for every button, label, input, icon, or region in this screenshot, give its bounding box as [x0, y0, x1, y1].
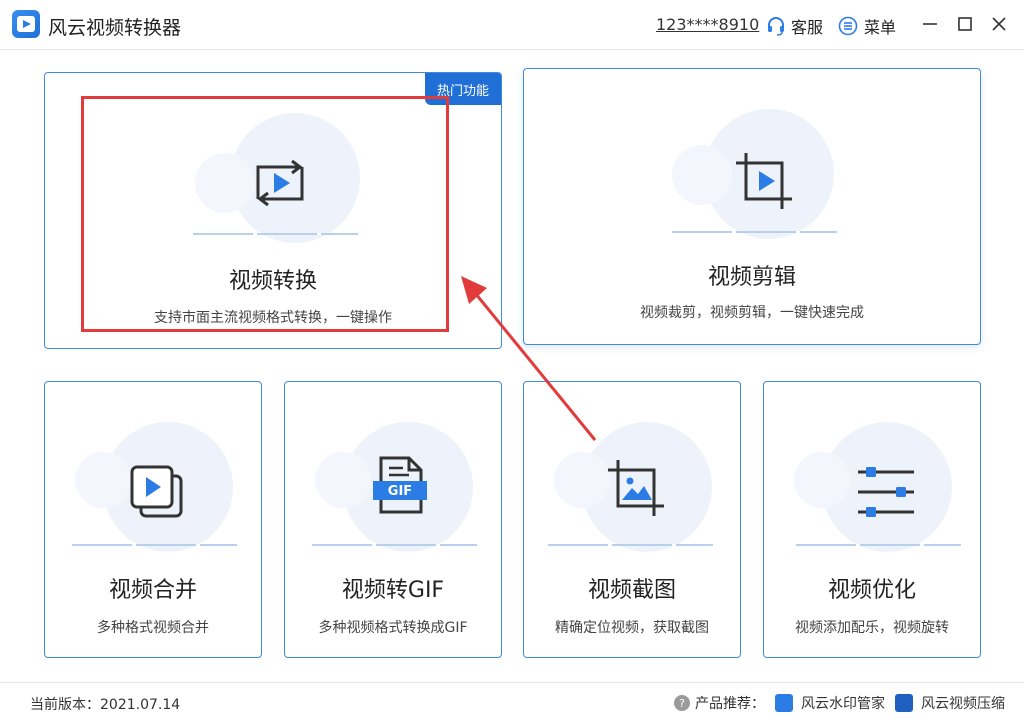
decor-blob — [315, 452, 371, 508]
stacked-play-icon — [130, 465, 183, 518]
video-snapshot-card[interactable]: 视频截图 精确定位视频，获取截图 — [523, 381, 741, 658]
card-title: 视频优化 — [827, 578, 916, 603]
gif-file-icon: GIF — [373, 456, 427, 514]
headset-icon — [768, 17, 784, 36]
decor-blob — [75, 452, 131, 508]
card-desc: 支持市面主流视频格式转换，一键操作 — [154, 310, 392, 326]
card-desc: 多种格式视频合并 — [97, 620, 209, 636]
recommend-label: 产品推荐： — [695, 696, 765, 712]
video-convert-card[interactable]: 视频转换 支持市面主流视频格式转换，一键操作 热门功能 — [44, 72, 502, 349]
product-link-compress[interactable]: 风云视频压缩 — [921, 693, 1005, 713]
card-title: 视频合并 — [108, 578, 197, 603]
crop-play-icon — [736, 153, 792, 209]
decor-dash — [312, 544, 477, 546]
app-title: 风云视频转换器 — [48, 17, 182, 39]
decor-blob — [672, 145, 732, 205]
decor-blob — [554, 452, 610, 508]
card-title: 视频剪辑 — [707, 265, 796, 290]
compress-app-icon — [895, 694, 913, 712]
watermark-app-icon — [775, 694, 793, 712]
gif-icon-text: GIF — [388, 484, 412, 499]
crop-image-icon — [608, 460, 664, 516]
convert-loop-play-icon — [256, 159, 304, 207]
account-link[interactable]: 123****8910 — [656, 15, 759, 34]
product-link-watermark[interactable]: 风云水印管家 — [801, 693, 885, 713]
menu-button[interactable]: 菜单 — [838, 14, 896, 38]
video-to-gif-card[interactable]: GIF 视频转GIF 多种视频格式转换成GIF — [284, 381, 502, 658]
card-title: 视频截图 — [587, 578, 676, 603]
decor-dash — [796, 544, 961, 546]
product-recommend: ? 产品推荐： 风云水印管家 风云视频压缩 — [674, 693, 1005, 713]
video-edit-card[interactable]: 视频剪辑 视频裁剪，视频剪辑，一键快速完成 — [523, 68, 981, 345]
support-button[interactable]: 客服 — [766, 14, 823, 38]
decor-blob — [794, 452, 850, 508]
menu-label: 菜单 — [864, 18, 897, 37]
title-bar: 风云视频转换器 123****8910 客服 菜单 — [0, 0, 1024, 50]
hot-feature-badge: 热门功能 — [425, 73, 501, 105]
decor-blob — [195, 153, 255, 213]
decor-dash — [193, 233, 358, 235]
question-icon[interactable]: ? — [674, 695, 690, 711]
video-optimize-card[interactable]: 视频优化 视频添加配乐，视频旋转 — [763, 381, 981, 658]
decor-dash — [72, 544, 237, 546]
sliders-icon — [858, 467, 914, 517]
card-title: 视频转换 — [228, 269, 317, 294]
card-desc: 多种视频格式转换成GIF — [318, 620, 468, 636]
app-logo-icon — [12, 10, 40, 38]
video-merge-card[interactable]: 视频合并 多种格式视频合并 — [44, 381, 262, 658]
card-title: 视频转GIF — [341, 578, 445, 603]
decor-dash — [548, 544, 713, 546]
close-icon[interactable] — [989, 14, 1009, 34]
list-menu-icon — [838, 16, 858, 36]
card-desc: 精确定位视频，获取截图 — [555, 620, 709, 636]
decor-dash — [672, 231, 837, 233]
maximize-icon[interactable] — [955, 14, 975, 34]
support-label: 客服 — [791, 18, 824, 37]
version-label: 当前版本：2021.07.14 — [30, 697, 181, 713]
minimize-icon[interactable] — [920, 14, 940, 34]
footer-bar: 当前版本：2021.07.14 ? 产品推荐： 风云水印管家 风云视频压缩 — [0, 682, 1024, 720]
card-desc: 视频添加配乐，视频旋转 — [795, 620, 949, 636]
card-desc: 视频裁剪，视频剪辑，一键快速完成 — [640, 305, 864, 321]
